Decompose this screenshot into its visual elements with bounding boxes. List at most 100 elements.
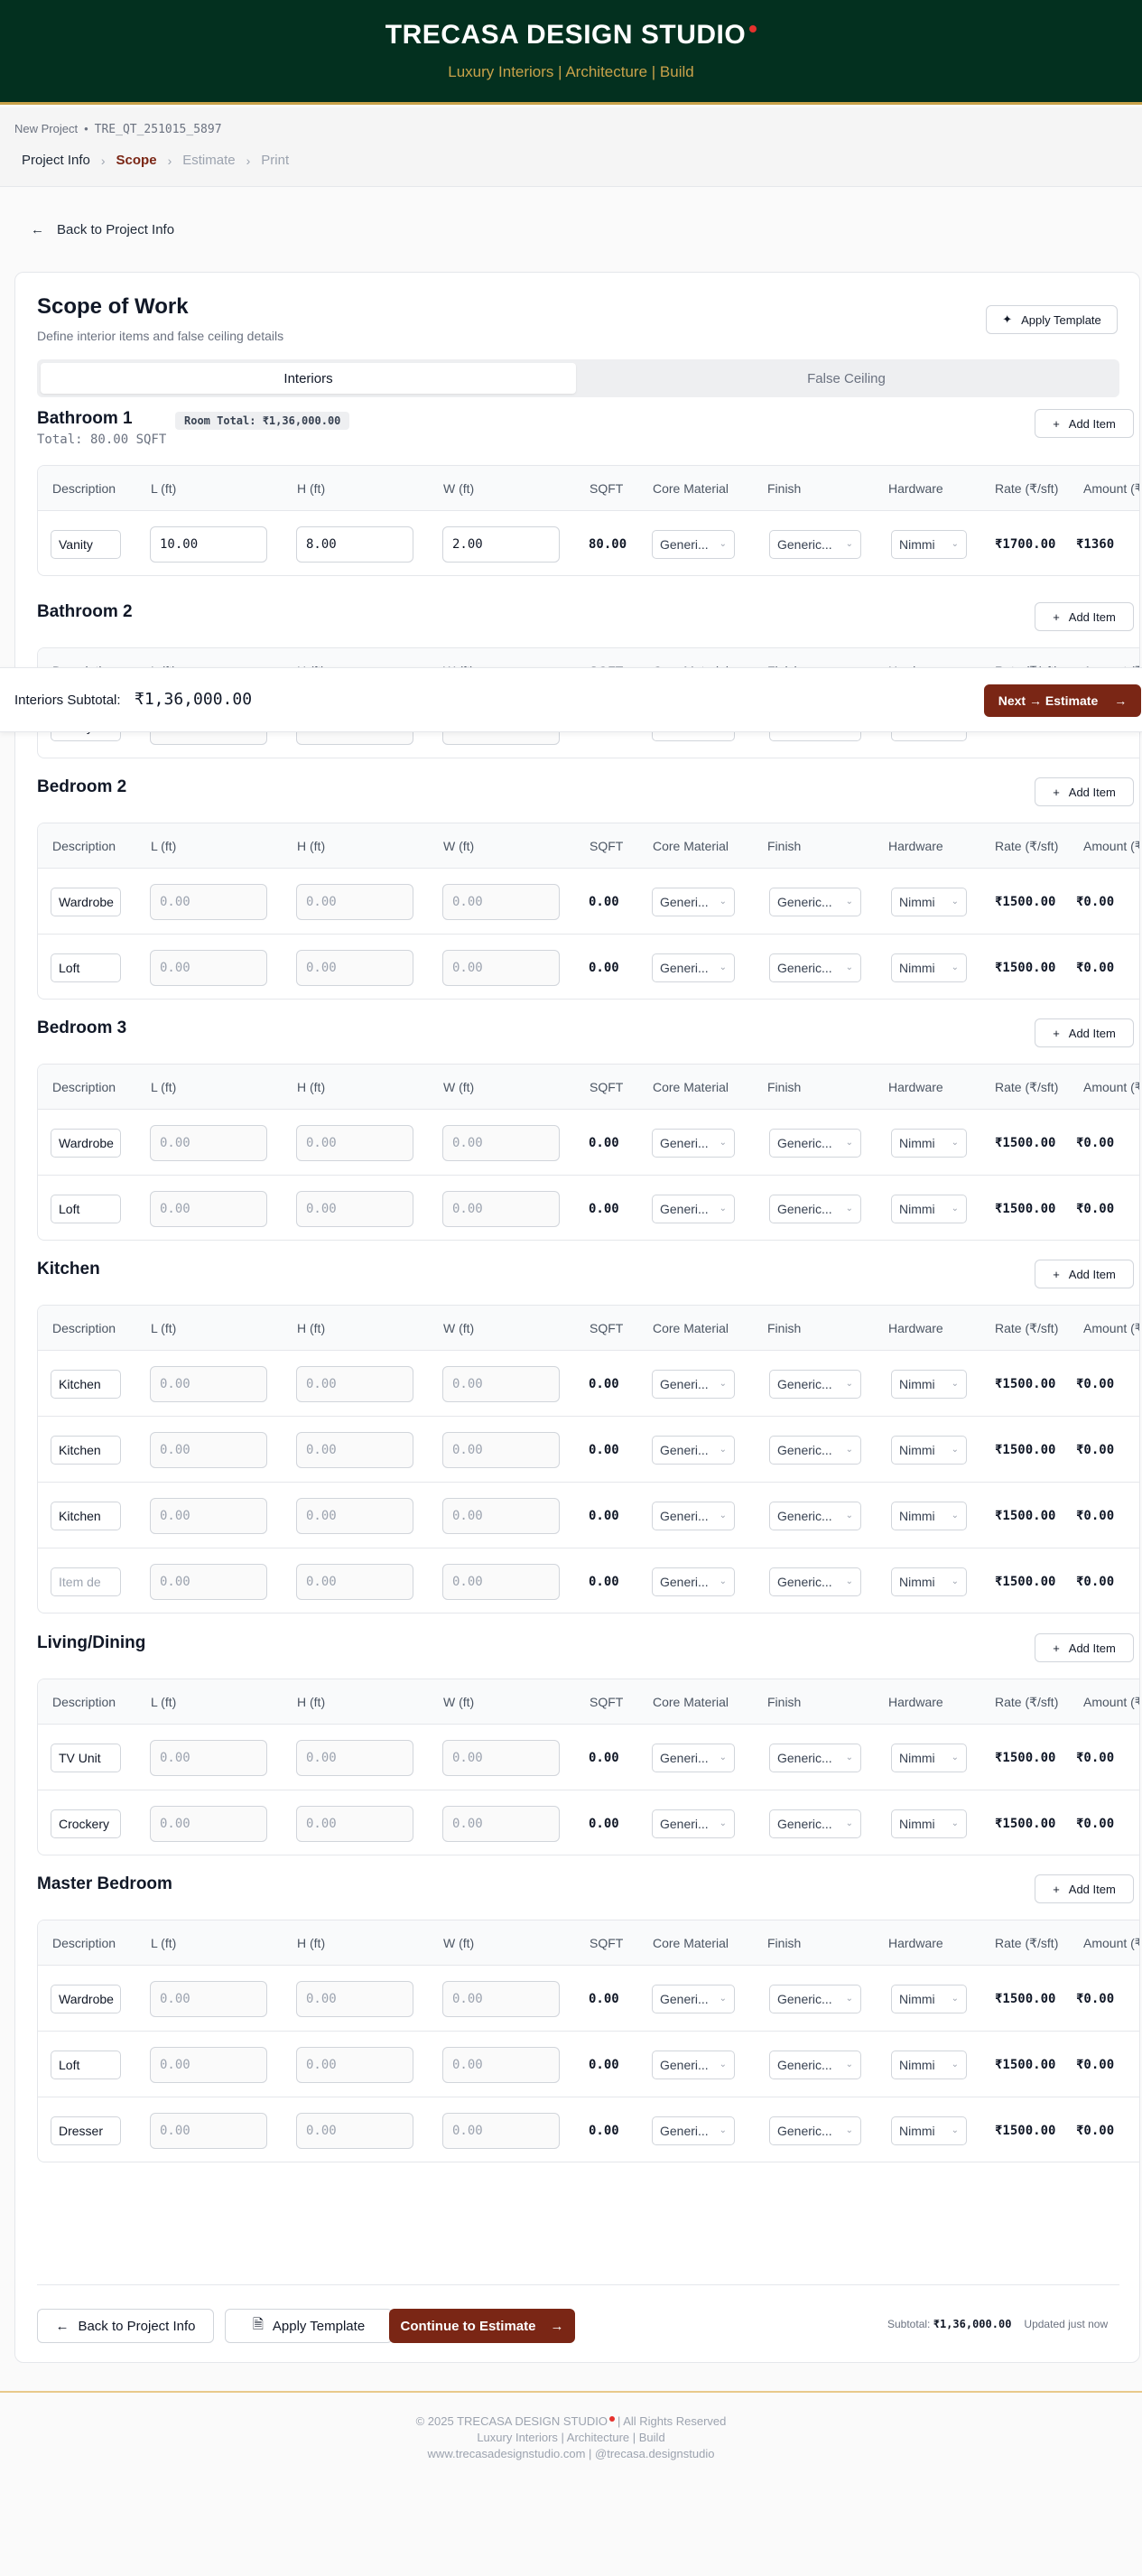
l-input[interactable]: 0.00 xyxy=(150,1739,267,1776)
w-input[interactable]: 0.00 xyxy=(442,1190,560,1227)
hardware-select[interactable]: Nimmi⌄ xyxy=(891,1128,967,1158)
w-input[interactable]: 0.00 xyxy=(442,1980,560,2017)
tab-false-ceiling[interactable]: False Ceiling xyxy=(579,363,1114,394)
w-input[interactable]: 0.00 xyxy=(442,2112,560,2149)
finish-select[interactable]: Generic...⌄ xyxy=(769,1809,861,1838)
w-input[interactable]: 0.00 xyxy=(442,1365,560,1402)
h-input[interactable]: 0.00 xyxy=(296,1980,413,2017)
hardware-select[interactable]: Nimmi⌄ xyxy=(891,1567,967,1596)
h-input[interactable]: 0.00 xyxy=(296,1805,413,1842)
description-input[interactable]: Item de xyxy=(51,1567,121,1596)
description-input[interactable]: Wardrobe xyxy=(51,1128,121,1158)
description-input[interactable]: Loft xyxy=(51,953,121,982)
hardware-select[interactable]: Nimmi⌄ xyxy=(891,1435,967,1465)
step-project-info[interactable]: Project Info xyxy=(22,153,90,168)
h-input[interactable]: 0.00 xyxy=(296,2112,413,2149)
back-to-project-info-link[interactable]: ← Back to Project Info xyxy=(31,222,174,237)
finish-select[interactable]: Generic...⌄ xyxy=(769,1501,861,1530)
core-material-select[interactable]: Generi...⌄ xyxy=(652,2050,735,2079)
w-input[interactable]: 0.00 xyxy=(442,1497,560,1534)
core-material-select[interactable]: Generi...⌄ xyxy=(652,887,735,916)
w-input[interactable]: 0.00 xyxy=(442,1124,560,1161)
core-material-select[interactable]: Generi...⌄ xyxy=(652,953,735,982)
tab-interiors[interactable]: Interiors xyxy=(41,363,576,394)
finish-select[interactable]: Generic...⌄ xyxy=(769,2050,861,2079)
h-input[interactable]: 0.00 xyxy=(296,1365,413,1402)
w-input[interactable]: 0.00 xyxy=(442,949,560,986)
l-input[interactable]: 0.00 xyxy=(150,1805,267,1842)
finish-select[interactable]: Generic...⌄ xyxy=(769,529,861,559)
hardware-select[interactable]: Nimmi⌄ xyxy=(891,529,967,559)
finish-select[interactable]: Generic...⌄ xyxy=(769,953,861,982)
l-input[interactable]: 0.00 xyxy=(150,949,267,986)
h-input[interactable]: 0.00 xyxy=(296,1563,413,1600)
finish-select[interactable]: Generic...⌄ xyxy=(769,1194,861,1223)
description-input[interactable]: Loft xyxy=(51,1194,121,1223)
l-input[interactable]: 0.00 xyxy=(150,1365,267,1402)
core-material-select[interactable]: Generi...⌄ xyxy=(652,1984,735,2013)
add-item-button-bedroom-3[interactable]: + Add Item xyxy=(1035,1018,1134,1047)
description-input[interactable]: Wardrobe xyxy=(51,1984,121,2013)
h-input[interactable]: 0.00 xyxy=(296,949,413,986)
add-item-button-kitchen[interactable]: + Add Item xyxy=(1035,1260,1134,1288)
hardware-select[interactable]: Nimmi⌄ xyxy=(891,2116,967,2145)
finish-select[interactable]: Generic...⌄ xyxy=(769,887,861,916)
add-item-button-bathroom-2[interactable]: + Add Item xyxy=(1035,602,1134,631)
step-print[interactable]: Print xyxy=(261,153,289,168)
core-material-select[interactable]: Generi...⌄ xyxy=(652,2116,735,2145)
w-input[interactable]: 2.00 xyxy=(442,525,560,563)
h-input[interactable]: 8.00 xyxy=(296,525,413,563)
footer-links[interactable]: www.trecasadesignstudio.com | @trecasa.d… xyxy=(0,2447,1142,2460)
finish-select[interactable]: Generic...⌄ xyxy=(769,1567,861,1596)
finish-select[interactable]: Generic...⌄ xyxy=(769,1984,861,2013)
core-material-select[interactable]: Generi...⌄ xyxy=(652,1501,735,1530)
w-input[interactable]: 0.00 xyxy=(442,1431,560,1468)
hardware-select[interactable]: Nimmi⌄ xyxy=(891,2050,967,2079)
add-item-button-living-dining[interactable]: + Add Item xyxy=(1035,1633,1134,1662)
l-input[interactable]: 0.00 xyxy=(150,1980,267,2017)
h-input[interactable]: 0.00 xyxy=(296,1497,413,1534)
l-input[interactable]: 0.00 xyxy=(150,883,267,920)
l-input[interactable]: 0.00 xyxy=(150,1190,267,1227)
core-material-select[interactable]: Generi...⌄ xyxy=(652,1567,735,1596)
hardware-select[interactable]: Nimmi⌄ xyxy=(891,1501,967,1530)
l-input[interactable]: 0.00 xyxy=(150,1563,267,1600)
step-estimate[interactable]: Estimate xyxy=(182,153,235,168)
apply-template-button[interactable]: ✦ Apply Template xyxy=(986,305,1118,334)
hardware-select[interactable]: Nimmi⌄ xyxy=(891,1809,967,1838)
description-input[interactable]: TV Unit xyxy=(51,1743,121,1772)
hardware-select[interactable]: Nimmi⌄ xyxy=(891,953,967,982)
h-input[interactable]: 0.00 xyxy=(296,1124,413,1161)
w-input[interactable]: 0.00 xyxy=(442,883,560,920)
core-material-select[interactable]: Generi...⌄ xyxy=(652,1743,735,1772)
h-input[interactable]: 0.00 xyxy=(296,1431,413,1468)
h-input[interactable]: 0.00 xyxy=(296,2046,413,2083)
l-input[interactable]: 0.00 xyxy=(150,1124,267,1161)
continue-to-estimate-button[interactable]: Continue to Estimate → xyxy=(389,2309,575,2343)
description-input[interactable]: Kitchen xyxy=(51,1435,121,1465)
description-input[interactable]: Kitchen xyxy=(51,1501,121,1530)
finish-select[interactable]: Generic...⌄ xyxy=(769,1743,861,1772)
apply-template-footer-button[interactable]: 🗎 Apply Template xyxy=(225,2309,393,2343)
h-input[interactable]: 0.00 xyxy=(296,1190,413,1227)
finish-select[interactable]: Generic...⌄ xyxy=(769,2116,861,2145)
step-scope[interactable]: Scope xyxy=(116,153,157,168)
core-material-select[interactable]: Generi...⌄ xyxy=(652,1194,735,1223)
l-input[interactable]: 0.00 xyxy=(150,1431,267,1468)
description-input[interactable]: Kitchen xyxy=(51,1369,121,1399)
h-input[interactable]: 0.00 xyxy=(296,1739,413,1776)
add-item-button-bedroom-2[interactable]: + Add Item xyxy=(1035,777,1134,806)
w-input[interactable]: 0.00 xyxy=(442,1563,560,1600)
core-material-select[interactable]: Generi...⌄ xyxy=(652,1369,735,1399)
description-input[interactable]: Loft xyxy=(51,2050,121,2079)
finish-select[interactable]: Generic...⌄ xyxy=(769,1435,861,1465)
description-input[interactable]: Dresser xyxy=(51,2116,121,2145)
l-input[interactable]: 0.00 xyxy=(150,2046,267,2083)
finish-select[interactable]: Generic...⌄ xyxy=(769,1369,861,1399)
hardware-select[interactable]: Nimmi⌄ xyxy=(891,1194,967,1223)
hardware-select[interactable]: Nimmi⌄ xyxy=(891,1743,967,1772)
w-input[interactable]: 0.00 xyxy=(442,2046,560,2083)
l-input[interactable]: 0.00 xyxy=(150,2112,267,2149)
finish-select[interactable]: Generic...⌄ xyxy=(769,1128,861,1158)
back-to-project-info-button[interactable]: ← Back to Project Info xyxy=(37,2309,214,2343)
